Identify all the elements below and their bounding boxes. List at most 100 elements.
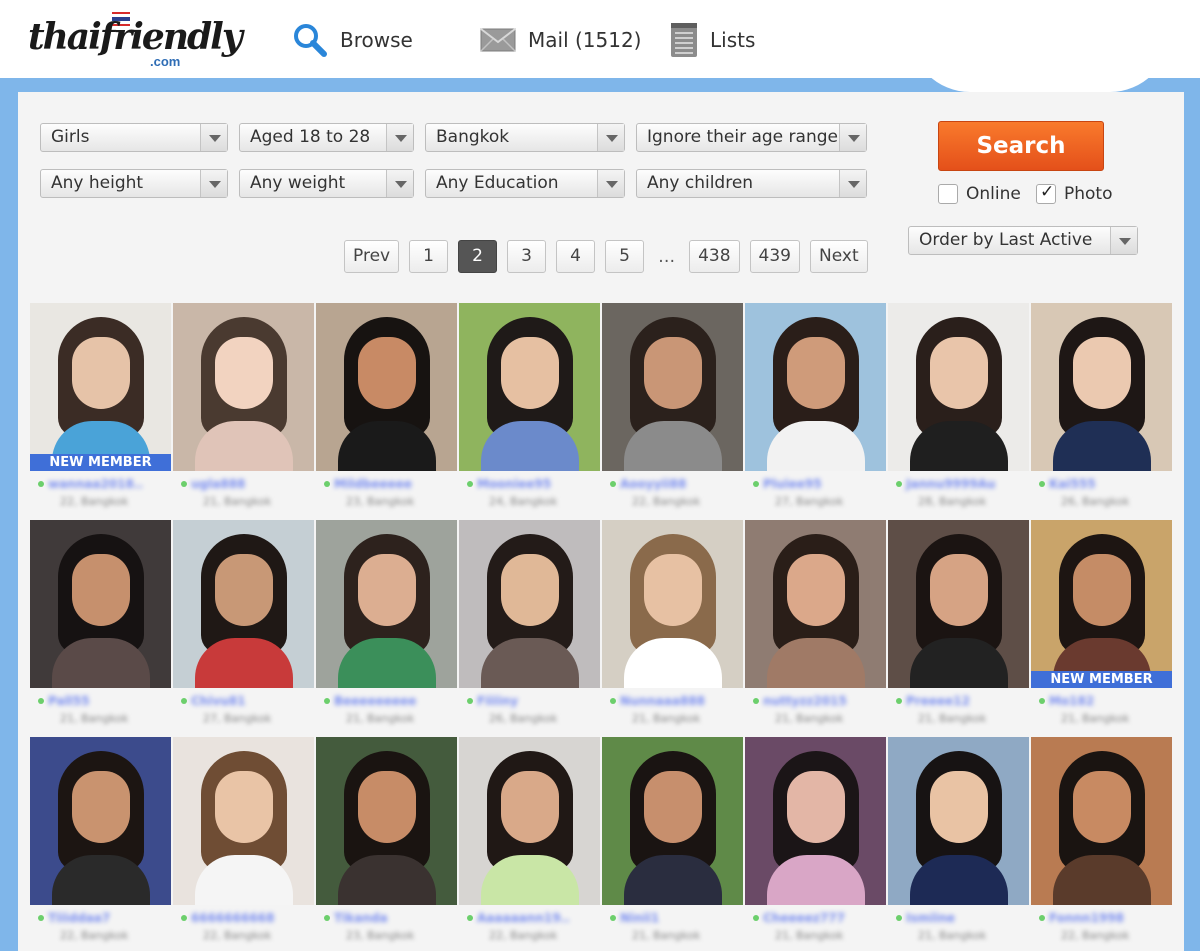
profile-card[interactable]: NEW MEMBER wannaa2018.. 22, Bangkok xyxy=(30,303,171,514)
profile-photo[interactable] xyxy=(459,303,600,471)
profile-photo[interactable] xyxy=(459,737,600,905)
profile-username[interactable]: Mooniee95 xyxy=(477,477,551,491)
profile-username[interactable]: Aaaaaann19.. xyxy=(477,911,570,925)
nav-lists[interactable]: Lists xyxy=(670,20,755,60)
profile-photo[interactable] xyxy=(1031,303,1172,471)
profile-card[interactable]: Mildbeeeee 23, Bangkok xyxy=(316,303,457,514)
search-button[interactable]: Search xyxy=(938,121,1104,171)
profile-card[interactable]: nuttyzz2015 21, Bangkok xyxy=(745,520,886,731)
profile-card[interactable]: Aaaaaann19.. 22, Bangkok xyxy=(459,737,600,948)
profile-photo[interactable]: NEW MEMBER xyxy=(30,303,171,471)
order-by-select[interactable]: Order by Last Active xyxy=(908,226,1138,255)
page-button-2-current[interactable]: 2 xyxy=(458,240,498,273)
profile-username[interactable]: wannaa2018.. xyxy=(48,477,143,491)
age-range-select[interactable]: Ignore their age range xyxy=(636,123,867,152)
profile-card[interactable]: Fiiiiny 26, Bangkok xyxy=(459,520,600,731)
profile-photo[interactable] xyxy=(745,303,886,471)
profile-photo[interactable] xyxy=(745,737,886,905)
profile-username[interactable]: Chivu81 xyxy=(191,694,246,708)
next-page-button[interactable]: Next xyxy=(810,240,868,273)
profile-username[interactable]: Tiiiddaa7 xyxy=(48,911,110,925)
profile-username[interactable]: Cheeeez777 xyxy=(763,911,845,925)
profile-photo[interactable] xyxy=(30,520,171,688)
profile-card[interactable]: Jannu9999Au 28, Bangkok xyxy=(888,303,1029,514)
weight-select[interactable]: Any weight xyxy=(239,169,414,198)
profile-photo[interactable] xyxy=(888,737,1029,905)
profile-card[interactable]: ugla888 21, Bangkok xyxy=(173,303,314,514)
profile-photo[interactable] xyxy=(316,737,457,905)
profile-card[interactable]: Tikanda 23, Bangkok xyxy=(316,737,457,948)
profile-card[interactable]: Aooyyii88 22, Bangkok xyxy=(602,303,743,514)
profile-photo[interactable] xyxy=(602,520,743,688)
profile-photo[interactable] xyxy=(316,303,457,471)
profile-photo[interactable] xyxy=(173,520,314,688)
education-select[interactable]: Any Education xyxy=(425,169,625,198)
profile-username[interactable]: Ismiine xyxy=(906,911,955,925)
profile-card[interactable]: Preeee12 21, Bangkok xyxy=(888,520,1029,731)
profile-username[interactable]: Aooyyii88 xyxy=(620,477,686,491)
profile-card[interactable]: NEW MEMBER Mo182 21, Bangkok xyxy=(1031,520,1172,731)
profile-card[interactable]: Kai555 26, Bangkok xyxy=(1031,303,1172,514)
profile-photo[interactable]: NEW MEMBER xyxy=(1031,520,1172,688)
profile-card[interactable]: Mooniee95 24, Bangkok xyxy=(459,303,600,514)
profile-photo[interactable] xyxy=(888,303,1029,471)
profile-username[interactable]: Nunnaaa888 xyxy=(620,694,705,708)
photo-checkbox-box[interactable] xyxy=(1036,182,1056,204)
nav-browse[interactable]: Browse xyxy=(292,20,413,60)
profile-card[interactable]: Ninii1 21, Bangkok xyxy=(602,737,743,948)
prev-page-button[interactable]: Prev xyxy=(344,240,400,273)
profile-photo[interactable] xyxy=(602,303,743,471)
profile-card[interactable]: Fonnn1998 22, Bangkok xyxy=(1031,737,1172,948)
user-account-area[interactable] xyxy=(910,0,1170,92)
page-button-3[interactable]: 3 xyxy=(507,240,547,273)
profile-username[interactable]: Mo182 xyxy=(1049,694,1094,708)
profile-username[interactable]: Pall55 xyxy=(48,694,90,708)
profile-card[interactable]: Pluiee95 27, Bangkok xyxy=(745,303,886,514)
profile-card[interactable]: Chivu81 27, Bangkok xyxy=(173,520,314,731)
page-button-438[interactable]: 438 xyxy=(689,240,740,273)
profile-username[interactable]: ugla888 xyxy=(191,477,245,491)
location-select[interactable]: Bangkok xyxy=(425,123,625,152)
height-select[interactable]: Any height xyxy=(40,169,228,198)
gender-select[interactable]: Girls xyxy=(40,123,228,152)
photo-checkbox[interactable]: Photo xyxy=(1036,182,1113,205)
age-select[interactable]: Aged 18 to 28 xyxy=(239,123,414,152)
thaifriendly-logo[interactable]: thaifriendly .com xyxy=(28,8,243,74)
profile-card[interactable]: Tiiiddaa7 22, Bangkok xyxy=(30,737,171,948)
profile-card[interactable]: 6666666668 22, Bangkok xyxy=(173,737,314,948)
profile-username[interactable]: 6666666668 xyxy=(191,911,275,925)
page-button-5[interactable]: 5 xyxy=(605,240,645,273)
profile-photo[interactable] xyxy=(173,303,314,471)
online-checkbox-box[interactable] xyxy=(938,184,958,204)
page-button-1[interactable]: 1 xyxy=(409,240,449,273)
nav-mail[interactable]: Mail (1512) xyxy=(480,20,642,60)
profile-username[interactable]: Jannu9999Au xyxy=(906,477,995,491)
profile-photo[interactable] xyxy=(1031,737,1172,905)
page-button-4[interactable]: 4 xyxy=(556,240,596,273)
profile-username[interactable]: Mildbeeeee xyxy=(334,477,412,491)
profile-username[interactable]: Fiiiiny xyxy=(477,694,518,708)
children-select[interactable]: Any children xyxy=(636,169,867,198)
profile-photo[interactable] xyxy=(602,737,743,905)
profile-photo[interactable] xyxy=(173,737,314,905)
profile-username[interactable]: Preeee12 xyxy=(906,694,970,708)
profile-card[interactable]: Nunnaaa888 21, Bangkok xyxy=(602,520,743,731)
profile-photo[interactable] xyxy=(316,520,457,688)
profile-username[interactable]: Tikanda xyxy=(334,911,388,925)
profile-card[interactable]: Pall55 21, Bangkok xyxy=(30,520,171,731)
profile-photo[interactable] xyxy=(745,520,886,688)
profile-photo[interactable] xyxy=(888,520,1029,688)
profile-photo[interactable] xyxy=(30,737,171,905)
profile-username[interactable]: Kai555 xyxy=(1049,477,1096,491)
profile-username[interactable]: nuttyzz2015 xyxy=(763,694,847,708)
profile-card[interactable]: Beeeeeeeee 21, Bangkok xyxy=(316,520,457,731)
profile-photo[interactable] xyxy=(459,520,600,688)
online-checkbox[interactable]: Online xyxy=(938,183,1021,205)
profile-card[interactable]: Cheeeez777 21, Bangkok xyxy=(745,737,886,948)
profile-username[interactable]: Pluiee95 xyxy=(763,477,822,491)
profile-username[interactable]: Ninii1 xyxy=(620,911,659,925)
profile-username[interactable]: Beeeeeeeee xyxy=(334,694,416,708)
profile-username[interactable]: Fonnn1998 xyxy=(1049,911,1124,925)
profile-card[interactable]: Ismiine 21, Bangkok xyxy=(888,737,1029,948)
page-button-439[interactable]: 439 xyxy=(749,240,800,273)
